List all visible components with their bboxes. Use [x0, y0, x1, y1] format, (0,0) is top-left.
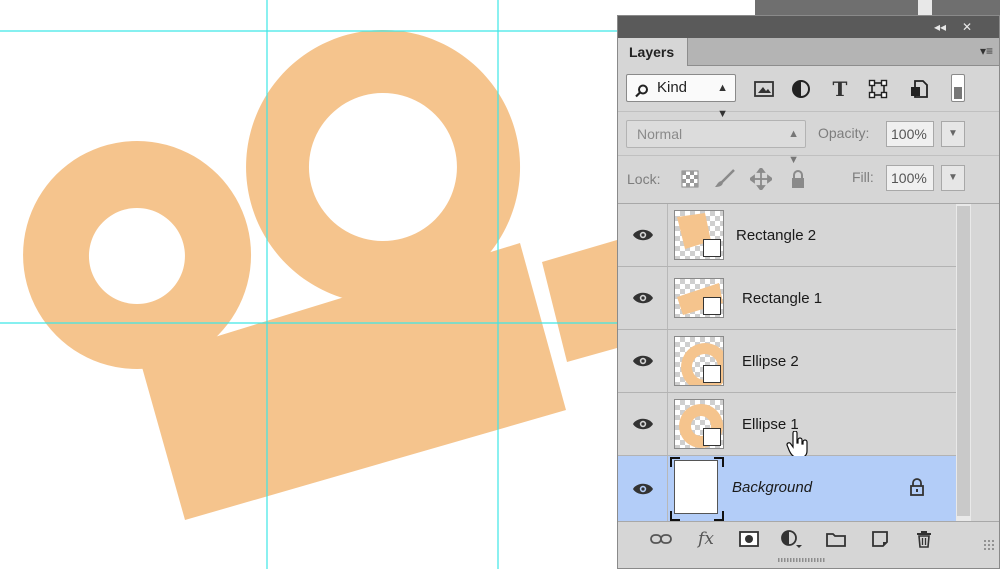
lock-position-move-icon[interactable] — [750, 168, 772, 190]
lock-label: Lock: — [627, 171, 661, 187]
layer-name[interactable]: Background — [732, 456, 812, 519]
visibility-eye-icon[interactable] — [618, 204, 668, 266]
filter-toggle-switch[interactable] — [951, 74, 965, 102]
close-panel-button[interactable]: ✕ — [962, 19, 972, 35]
layer-thumbnail — [674, 278, 724, 318]
blend-mode-value: Normal — [637, 126, 683, 142]
blend-mode-row: Normal ▲ ▼ Opacity: 100% ▼ — [618, 112, 999, 166]
layer-thumbnail — [674, 336, 724, 386]
visibility-eye-icon[interactable] — [618, 456, 668, 521]
panel-tab-row: Layers ▾≡ — [618, 38, 999, 66]
layer-row-rectangle-1[interactable]: Rectangle 1 — [618, 267, 956, 330]
layer-row-ellipse-2[interactable]: Ellipse 2 — [618, 330, 956, 393]
shape-layer-badge-icon — [703, 365, 721, 383]
collapse-panel-button[interactable]: ◂◂ — [934, 19, 946, 35]
panel-title-bar[interactable]: ◂◂ ✕ — [618, 16, 999, 38]
resize-grip-icon[interactable] — [983, 539, 995, 551]
fill-label: Fill: — [852, 169, 874, 185]
visibility-eye-icon[interactable] — [618, 393, 668, 455]
layers-bottom-toolbar: fx — [618, 521, 999, 555]
shape-layer-badge-icon — [703, 239, 721, 257]
adjustment-layer-icon[interactable] — [779, 528, 803, 550]
layer-row-background[interactable]: Background — [618, 456, 956, 521]
layer-name[interactable]: Rectangle 1 — [742, 267, 822, 330]
thumbnail-selection-corner — [714, 457, 724, 467]
lock-image-pixels-brush-icon[interactable] — [714, 168, 736, 190]
link-layers-icon[interactable] — [649, 528, 673, 550]
image-filter-icon[interactable] — [752, 77, 776, 101]
hand-pointer-cursor-icon — [786, 431, 808, 459]
thumbnail-selection-corner — [714, 511, 724, 521]
trash-icon[interactable] — [912, 528, 936, 550]
scrollbar-thumb[interactable] — [957, 206, 970, 516]
layer-filter-row: Kind ▲ ▼ T — [618, 66, 999, 120]
layer-name[interactable]: Rectangle 2 — [736, 204, 816, 267]
thumbnail-selection-corner — [670, 457, 680, 467]
shape-layer-badge-icon — [703, 297, 721, 315]
filter-kind-select[interactable]: Kind ▲ ▼ — [626, 74, 736, 120]
layer-lock-icon[interactable] — [910, 478, 924, 501]
visibility-eye-icon[interactable] — [618, 330, 668, 392]
layer-name[interactable]: Ellipse 2 — [742, 330, 799, 393]
new-layer-icon[interactable] — [868, 528, 892, 550]
visibility-eye-icon[interactable] — [618, 267, 668, 329]
blend-mode-select[interactable]: Normal ▲ ▼ — [626, 120, 806, 166]
lock-transparent-pixels-icon[interactable] — [679, 168, 701, 190]
thumbnail-selection-corner — [670, 511, 680, 521]
layers-panel: ◂◂ ✕ Layers ▾≡ Kind ▲ ▼ T Normal ▲ ▼ Opa… — [617, 15, 1000, 569]
opacity-field[interactable]: 100% — [886, 121, 934, 147]
layer-row-rectangle-2[interactable]: Rectangle 2 — [618, 204, 956, 267]
add-mask-icon[interactable] — [737, 528, 761, 550]
type-filter-icon[interactable]: T — [828, 77, 852, 101]
shape-filter-icon[interactable] — [866, 77, 890, 101]
adjustment-filter-icon[interactable] — [789, 77, 813, 101]
fill-dropdown-arrow[interactable]: ▼ — [941, 165, 965, 191]
tab-layers[interactable]: Layers — [618, 38, 688, 66]
layer-thumbnail — [674, 210, 724, 260]
opacity-dropdown-arrow[interactable]: ▼ — [941, 121, 965, 147]
layer-thumbnail — [674, 399, 724, 449]
layer-row-ellipse-1[interactable]: Ellipse 1 — [618, 393, 956, 459]
lock-row: Lock: Fill: 100% ▼ — [618, 156, 999, 204]
lock-all-icon[interactable] — [787, 168, 809, 190]
group-folder-icon[interactable] — [824, 528, 848, 550]
panel-drag-grip[interactable] — [778, 558, 826, 562]
panel-menu-icon[interactable]: ▾≡ — [980, 44, 993, 58]
fill-field[interactable]: 100% — [886, 165, 934, 191]
smart-object-filter-icon[interactable] — [907, 77, 931, 101]
fx-icon[interactable]: fx — [694, 528, 718, 550]
layer-thumbnail — [674, 460, 718, 514]
search-icon — [635, 81, 649, 107]
shape-layer-badge-icon — [703, 428, 721, 446]
layer-list: Rectangle 2 Rectangle 1 Ellipse 2 Ellips… — [618, 204, 956, 521]
filter-kind-label: Kind — [657, 79, 688, 96]
opacity-label: Opacity: — [818, 125, 870, 141]
